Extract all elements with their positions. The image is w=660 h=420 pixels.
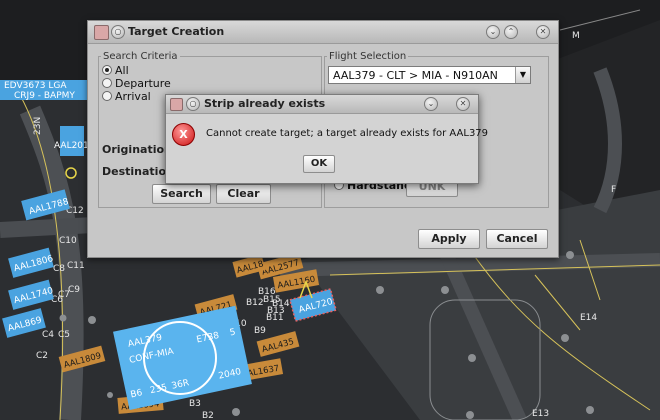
maximize-icon[interactable]: ⌃ bbox=[504, 25, 518, 39]
error-titlebar[interactable]: ○ Strip already exists ⌄ ✕ bbox=[166, 95, 478, 114]
error-message: Cannot create target; a target already e… bbox=[206, 128, 489, 139]
search-button[interactable]: Search bbox=[152, 184, 211, 204]
map-label: C2 bbox=[36, 351, 48, 361]
flight-strip-edv[interactable]: EDV3673 LGA bbox=[4, 81, 67, 91]
radio-label: Departure bbox=[115, 77, 171, 90]
destination-label: Destination bbox=[102, 165, 174, 178]
java-app-icon bbox=[94, 25, 109, 40]
radio-label: All bbox=[115, 64, 129, 77]
close-icon[interactable]: ✕ bbox=[536, 25, 550, 39]
map-label: B2 bbox=[202, 411, 214, 420]
minimize-icon[interactable]: ⌄ bbox=[486, 25, 500, 39]
error-x-icon: X bbox=[172, 123, 195, 146]
map-label: B9 bbox=[254, 326, 266, 336]
flight-select[interactable]: AAL379 - CLT > MIA - N910AN ▼ bbox=[328, 66, 531, 84]
map-label: F bbox=[611, 185, 616, 195]
dialog-title: Target Creation bbox=[128, 25, 225, 38]
radio-label: Arrival bbox=[115, 90, 151, 103]
clear-button[interactable]: Clear bbox=[216, 184, 271, 204]
radio-selected-icon bbox=[102, 65, 112, 75]
apply-button[interactable]: Apply bbox=[418, 229, 480, 249]
flight-selection-legend: Flight Selection bbox=[329, 51, 407, 62]
map-label: B3 bbox=[189, 399, 201, 409]
map-label: M bbox=[572, 31, 580, 41]
cancel-button[interactable]: Cancel bbox=[486, 229, 548, 249]
window-menu-icon[interactable]: ○ bbox=[111, 25, 125, 39]
strip-exists-dialog: ○ Strip already exists ⌄ ✕ X Cannot crea… bbox=[165, 94, 488, 184]
map-label: C10 bbox=[59, 236, 77, 246]
dialog-titlebar[interactable]: ○ Target Creation ⌄ ⌃ ✕ bbox=[88, 21, 558, 44]
map-label: B12 bbox=[246, 298, 264, 308]
radio-arrival[interactable]: Arrival bbox=[102, 90, 151, 103]
flight-strip-crj[interactable]: CRJ9 - BAPMY bbox=[14, 91, 75, 101]
radio-icon bbox=[102, 78, 112, 88]
radio-departure[interactable]: Departure bbox=[102, 77, 171, 90]
map-label: C5 bbox=[58, 330, 70, 340]
origination-label: Origination bbox=[102, 143, 172, 156]
airport-surface-display[interactable]: M F E14 E13 C12 C10 C8 C11 C9 C7 C6 C4 C… bbox=[0, 0, 660, 420]
map-label: B11 bbox=[266, 313, 284, 323]
map-label: C8 bbox=[53, 264, 65, 274]
flight-strip-aal201[interactable]: AAL201 bbox=[54, 141, 89, 151]
flight-select-value: AAL379 - CLT > MIA - N910AN bbox=[333, 69, 498, 82]
map-label: 23N bbox=[33, 117, 43, 135]
map-label: C11 bbox=[67, 261, 85, 271]
ok-button[interactable]: OK bbox=[303, 155, 335, 173]
search-criteria-legend: Search Criteria bbox=[103, 51, 178, 62]
minimize-icon[interactable]: ⌄ bbox=[424, 97, 438, 111]
window-menu-icon[interactable]: ○ bbox=[186, 97, 200, 111]
radio-all[interactable]: All bbox=[102, 64, 129, 77]
close-icon[interactable]: ✕ bbox=[456, 97, 470, 111]
map-label: E13 bbox=[532, 409, 549, 419]
map-label: C4 bbox=[42, 330, 54, 340]
error-title: Strip already exists bbox=[204, 97, 326, 110]
radio-icon bbox=[102, 91, 112, 101]
chevron-down-icon[interactable]: ▼ bbox=[515, 67, 530, 83]
java-app-icon bbox=[170, 98, 183, 111]
map-label: E14 bbox=[580, 313, 597, 323]
